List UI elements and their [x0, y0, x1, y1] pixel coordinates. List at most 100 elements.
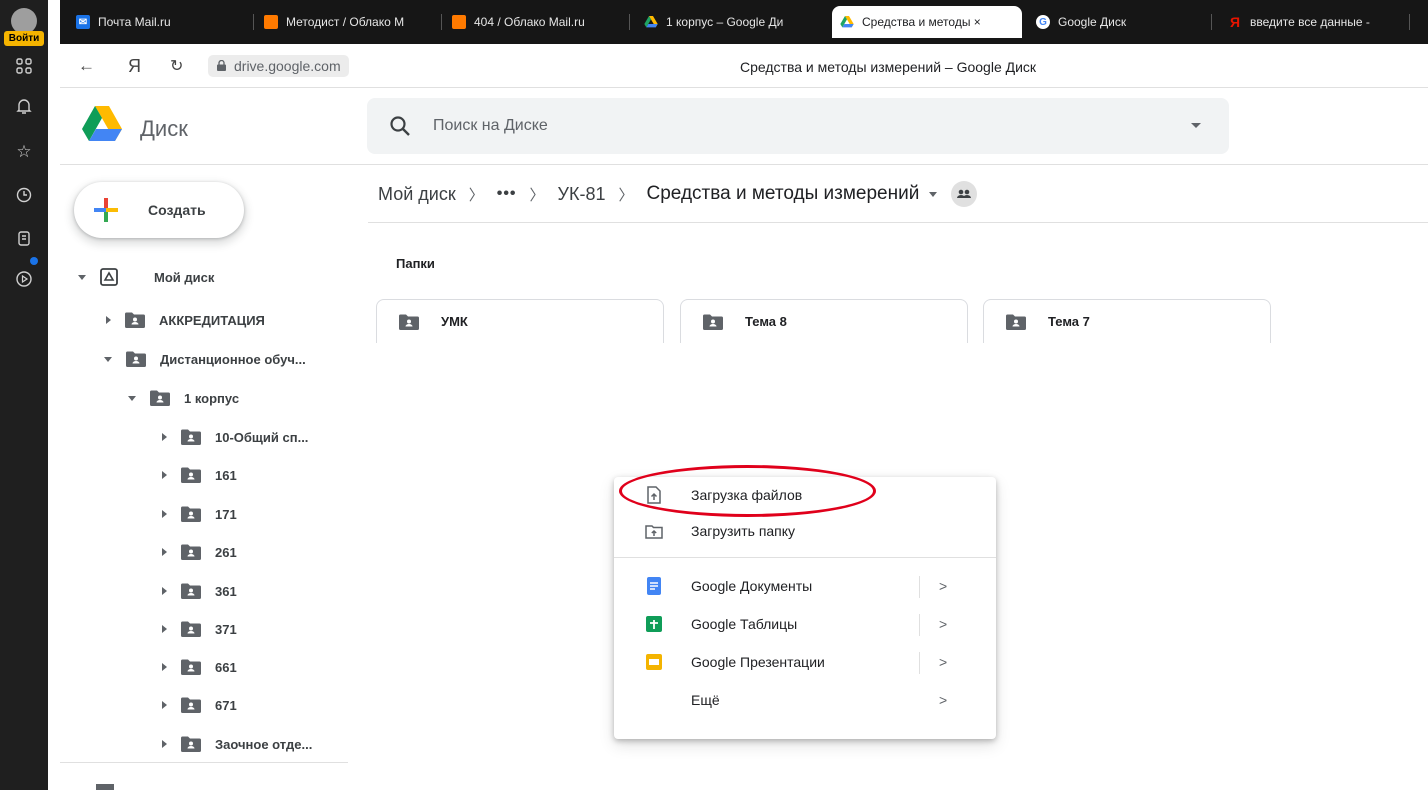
menu-item-label: Google Презентации: [691, 654, 825, 670]
menu-item-more[interactable]: Ещё >: [614, 682, 996, 718]
expand-arrow-icon[interactable]: [162, 510, 167, 518]
tree-item[interactable]: 371: [160, 618, 237, 640]
menu-separator: [919, 614, 920, 636]
collapse-arrow-icon[interactable]: [128, 395, 136, 401]
shared-folder-icon: [181, 621, 201, 637]
folder-upload-icon: [645, 525, 663, 539]
tree-item[interactable]: 361: [160, 580, 237, 602]
breadcrumb-more-button[interactable]: •••: [497, 185, 517, 203]
tab-mail[interactable]: ✉ Почта Mail.ru: [68, 8, 254, 36]
tree-item[interactable]: 1 корпус: [128, 387, 239, 409]
folder-card[interactable]: Тема 8: [680, 299, 968, 343]
breadcrumb-current[interactable]: Средства и методы измерений: [647, 183, 920, 205]
back-arrow-icon[interactable]: ←: [78, 56, 95, 76]
expand-arrow-icon[interactable]: [162, 701, 167, 709]
tree-item[interactable]: 261: [160, 541, 237, 563]
tab-google-drive[interactable]: G Google Диск: [1028, 8, 1212, 36]
tree-item[interactable]: Дистанционное обуч...: [104, 348, 306, 370]
storage-icon: [96, 784, 114, 790]
search-options-dropdown-icon[interactable]: [1191, 123, 1201, 128]
breadcrumb-parent[interactable]: УК-81: [558, 184, 606, 205]
tree-item[interactable]: 161: [160, 464, 237, 486]
video-play-icon[interactable]: [12, 270, 36, 294]
tab-404[interactable]: 404 / Облако Mail.ru: [444, 8, 630, 36]
tab-1korpus[interactable]: 1 корпус – Google Ди: [636, 8, 826, 36]
menu-item-google-sheets[interactable]: Google Таблицы >: [614, 606, 996, 642]
submenu-arrow-icon[interactable]: >: [939, 616, 947, 632]
drive-icon: [644, 15, 658, 29]
collapse-arrow-icon[interactable]: [104, 356, 112, 362]
folder-card[interactable]: УМК: [376, 299, 664, 343]
login-button[interactable]: Войти: [4, 31, 44, 46]
clock-icon[interactable]: [12, 186, 36, 210]
tab-title: Почта Mail.ru: [98, 15, 171, 29]
folder-name: Тема 7: [1048, 314, 1090, 329]
folder-menu-caret-icon[interactable]: [929, 191, 938, 197]
expand-arrow-icon[interactable]: [162, 663, 167, 671]
notification-dot: [30, 257, 38, 265]
shared-folder-icon: [703, 314, 723, 330]
tab-title: введите все данные -: [1250, 15, 1370, 29]
menu-item-label: Загрузить папку: [691, 523, 796, 539]
drive-logo-icon[interactable]: [82, 106, 122, 142]
tab-yandex[interactable]: Я введите все данные -: [1220, 8, 1410, 36]
search-bar[interactable]: Поиск на Диске: [367, 98, 1229, 154]
shared-folder-icon: [181, 736, 201, 752]
tree-label: 361: [215, 583, 237, 599]
expand-arrow-icon[interactable]: [162, 471, 167, 479]
tab-active-sredstva[interactable]: Средства и методы ×: [832, 6, 1022, 38]
product-name[interactable]: Диск: [140, 116, 188, 142]
submenu-arrow-icon[interactable]: >: [939, 654, 947, 670]
nav-divider: [60, 762, 348, 763]
collapse-arrow-icon[interactable]: [78, 274, 86, 280]
google-docs-icon: [647, 577, 661, 595]
submenu-arrow-icon[interactable]: >: [939, 578, 947, 594]
folder-name: Тема 8: [745, 314, 787, 329]
breadcrumb-my-drive[interactable]: Мой диск: [378, 184, 456, 205]
folder-card[interactable]: Тема 7: [983, 299, 1271, 343]
url-text: drive.google.com: [234, 58, 341, 74]
expand-arrow-icon[interactable]: [106, 316, 111, 324]
shared-folder-icon: [1006, 314, 1026, 330]
menu-item-google-slides[interactable]: Google Презентации >: [614, 644, 996, 680]
shared-users-icon[interactable]: [951, 181, 978, 207]
expand-arrow-icon[interactable]: [162, 548, 167, 556]
star-icon[interactable]: ☆: [12, 140, 36, 164]
menu-item-upload-folder[interactable]: Загрузить папку: [614, 513, 996, 549]
menu-item-label: Google Таблицы: [691, 616, 798, 632]
shared-folder-icon: [125, 312, 145, 328]
expand-arrow-icon[interactable]: [162, 625, 167, 633]
url-field[interactable]: drive.google.com: [208, 55, 349, 77]
bell-icon[interactable]: [12, 97, 36, 121]
search-input[interactable]: Поиск на Диске: [433, 117, 548, 135]
menu-item-google-docs[interactable]: Google Документы >: [614, 568, 996, 604]
expand-arrow-icon[interactable]: [162, 433, 167, 441]
tree-item[interactable]: 10-Общий сп...: [160, 426, 308, 448]
reload-icon[interactable]: ↻: [170, 56, 183, 76]
address-bar: ← Я ↻ drive.google.com Средства и методы…: [60, 44, 1428, 88]
yandex-home-icon[interactable]: Я: [128, 56, 141, 77]
chevron-right-icon: 〉: [468, 186, 484, 204]
tree-item[interactable]: 661: [160, 656, 237, 678]
lock-icon: [217, 60, 226, 71]
collections-icon[interactable]: [12, 229, 36, 253]
tab-strip: ✉ Почта Mail.ru Методист / Облако M 404 …: [60, 0, 1428, 44]
menu-item-label: Ещё: [691, 692, 720, 708]
google-icon: G: [1036, 15, 1050, 29]
expand-arrow-icon[interactable]: [162, 587, 167, 595]
tab-metodist[interactable]: Методист / Облако M: [256, 8, 442, 36]
apps-grid-icon[interactable]: [12, 57, 36, 81]
search-icon[interactable]: [389, 115, 411, 137]
shared-folder-icon: [399, 314, 419, 330]
tree-item[interactable]: 171: [160, 503, 237, 525]
new-button[interactable]: Создать: [74, 182, 244, 238]
tree-item[interactable]: АККРЕДИТАЦИЯ: [104, 309, 265, 331]
expand-arrow-icon[interactable]: [162, 740, 167, 748]
drive-header: Диск Поиск на Диске: [60, 88, 1428, 165]
drive-icon: [840, 15, 854, 29]
tree-item[interactable]: 671: [160, 694, 237, 716]
tree-label: Дистанционное обуч...: [160, 351, 306, 367]
tree-item[interactable]: Заочное отде...: [160, 733, 312, 755]
submenu-arrow-icon[interactable]: >: [939, 692, 947, 708]
tree-item-my-drive[interactable]: Мой диск: [78, 266, 214, 288]
